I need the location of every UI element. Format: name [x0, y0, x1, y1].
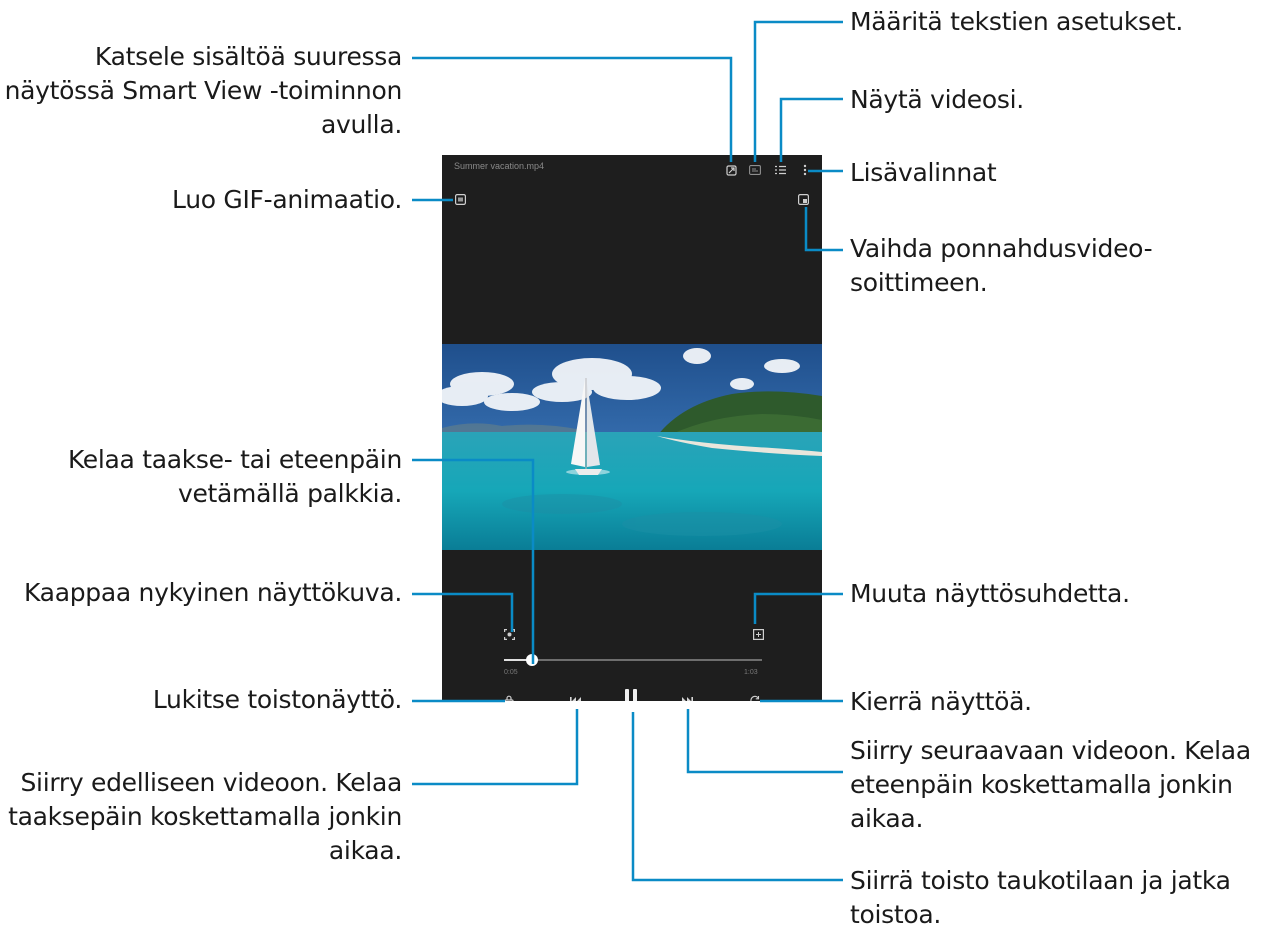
callout-smart-view: Katsele sisältöä suuressa näytössä Smart… [4, 40, 403, 142]
callout-line: avulla. [320, 110, 402, 139]
callout-line: Määritä tekstien asetukset. [850, 7, 1184, 36]
callout-line: Vaihda ponnahdusvideo- [850, 234, 1153, 263]
callout-rotate: Kierrä näyttöä. [850, 685, 1032, 719]
callout-line: aikaa. [850, 804, 924, 833]
video-player-screen: Summer vacation.mp4 0:05 1:03 [442, 155, 822, 701]
callout-line: Siirrä toisto taukotilaan ja jatka [850, 866, 1231, 895]
rotate-icon[interactable] [748, 694, 762, 701]
aspect-ratio-icon[interactable] [751, 627, 765, 641]
callout-seek: Kelaa taakse- tai eteenpäin vetämällä pa… [68, 443, 402, 511]
capture-icon[interactable] [502, 627, 516, 641]
callout-line: Kaappaa nykyinen näyttökuva. [24, 578, 402, 607]
callout-line: Siirry seuraavaan videoon. Kelaa [850, 736, 1251, 765]
callout-previous: Siirry edelliseen videoon. Kelaa taaksep… [8, 766, 402, 868]
seek-bar-thumb[interactable] [526, 654, 539, 666]
callout-subtitles: Määritä tekstien asetukset. [850, 5, 1183, 39]
callout-pause: Siirrä toisto taukotilaan ja jatka toist… [850, 864, 1231, 932]
callout-line: vetämällä palkkia. [177, 479, 402, 508]
callout-line: toistoa. [850, 900, 942, 929]
elapsed-time: 0:05 [504, 669, 518, 676]
video-frame [442, 344, 822, 550]
smart-view-icon[interactable] [724, 163, 738, 177]
leader-line-playlist [779, 97, 843, 162]
callout-gif: Luo GIF-animaatio. [172, 183, 402, 217]
callout-more: Lisävalinnat [850, 156, 997, 190]
callout-capture: Kaappaa nykyinen näyttökuva. [24, 576, 402, 610]
leader-line-subtitles [753, 20, 843, 162]
callout-line: soittimeen. [850, 268, 988, 297]
leader-line-previous [412, 709, 579, 786]
callout-line: aikaa. [328, 836, 402, 865]
video-title: Summer vacation.mp4 [454, 161, 545, 171]
pause-icon[interactable] [623, 688, 639, 701]
leader-line-smart-view [412, 56, 733, 162]
callout-aspect: Muuta näyttösuhdetta. [850, 577, 1130, 611]
next-icon[interactable] [680, 694, 694, 701]
seek-bar[interactable] [504, 659, 762, 661]
callout-line: Lukitse toistonäyttö. [152, 685, 402, 714]
lock-icon[interactable] [502, 694, 516, 701]
previous-icon[interactable] [569, 694, 583, 701]
more-options-icon[interactable] [798, 163, 812, 177]
callout-line: taaksepäin koskettamalla jonkin [8, 802, 402, 831]
callout-lock: Lukitse toistonäyttö. [153, 683, 402, 717]
gif-icon[interactable] [454, 193, 466, 205]
callout-line: Luo GIF-animaatio. [172, 185, 402, 214]
callout-line: Lisävalinnat [850, 158, 997, 187]
callout-line: eteenpäin koskettamalla jonkin [850, 770, 1233, 799]
total-duration: 1:03 [744, 669, 758, 676]
callout-line: näytössä Smart View -toiminnon [4, 76, 403, 105]
callout-line: Muuta näyttösuhdetta. [850, 579, 1130, 608]
callout-line: Siirry edelliseen videoon. Kelaa [20, 768, 402, 797]
leader-line-pause [631, 712, 843, 882]
playlist-icon[interactable] [773, 163, 787, 177]
callout-popup: Vaihda ponnahdusvideo- soittimeen. [850, 232, 1153, 300]
subtitles-icon[interactable] [748, 163, 762, 177]
callout-line: Kelaa taakse- tai eteenpäin [67, 445, 402, 474]
leader-line-next [686, 709, 843, 774]
callout-line: Katsele sisältöä suuressa [94, 42, 402, 71]
callout-next: Siirry seuraavaan videoon. Kelaa eteenpä… [850, 734, 1251, 836]
callout-line: Näytä videosi. [850, 85, 1024, 114]
callout-playlist: Näytä videosi. [850, 83, 1024, 117]
popup-player-icon[interactable] [797, 193, 809, 205]
callout-line: Kierrä näyttöä. [850, 687, 1032, 716]
